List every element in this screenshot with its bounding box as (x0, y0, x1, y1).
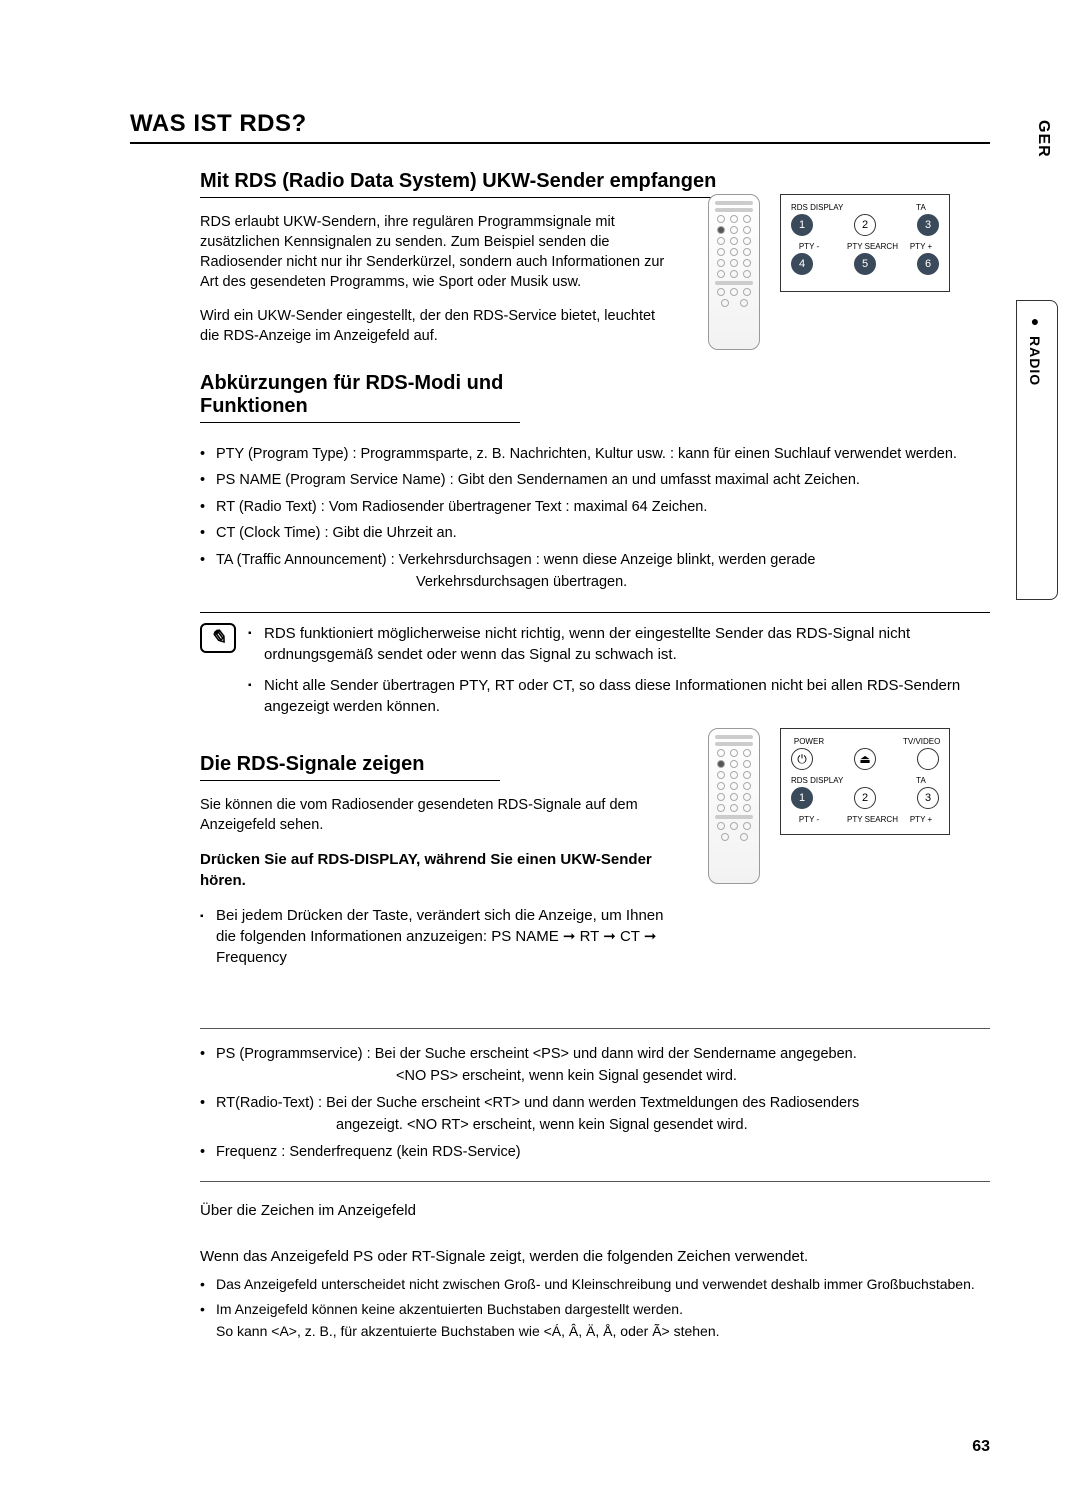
divider (200, 1028, 990, 1029)
para-show-signals: Sie können die vom Radiosender gesendete… (200, 795, 670, 835)
lbl-pty-minus: PTY - (791, 815, 827, 824)
button-3[interactable]: 3 (917, 214, 939, 236)
detail-ps-l1: PS (Programmservice) : Bei der Suche ers… (216, 1046, 857, 1062)
button-2[interactable]: 2 (854, 787, 876, 809)
chars-accent-l2: So kann <A>, z. B., für akzentuierte Buc… (216, 1323, 720, 1339)
press-result-item: Bei jedem Drücken der Taste, verändert s… (200, 905, 670, 968)
note-item-1: RDS funktioniert möglicherweise nicht ri… (248, 623, 990, 665)
lbl-ta: TA (903, 203, 939, 212)
press-result-list: Bei jedem Drücken der Taste, verändert s… (200, 905, 670, 968)
detail-rt-l2: angezeigt. <NO RT> erscheint, wenn kein … (216, 1114, 980, 1136)
para-chars: Wenn das Anzeigefeld PS oder RT-Signale … (200, 1246, 990, 1268)
para-rds-indicator: Wird ein UKW-Sender eingestellt, der den… (200, 306, 670, 346)
heading-show-signals: Die RDS-Signale zeigen (200, 753, 500, 781)
chars-list: Das Anzeigefeld unterscheidet nicht zwis… (200, 1274, 980, 1343)
abbrev-ta-line1: TA (Traffic Announcement) : Verkehrsdurc… (216, 552, 815, 568)
chars-accent-l1: Im Anzeigefeld können keine akzentuierte… (216, 1301, 683, 1317)
note-item-2: Nicht alle Sender übertragen PTY, RT ode… (248, 675, 990, 717)
button-panel-2: POWER TV/VIDEO ⏻ ⏏ RDS DISPLAY TA 1 2 3 … (780, 728, 950, 835)
heading-chars: Über die Zeichen im Anzeigefeld (200, 1200, 990, 1222)
button-2[interactable]: 2 (854, 214, 876, 236)
button-4[interactable]: 4 (791, 253, 813, 275)
button-5[interactable]: 5 (854, 253, 876, 275)
button-6[interactable]: 6 (917, 253, 939, 275)
heading-receive-rds: Mit RDS (Radio Data System) UKW-Sender e… (200, 170, 740, 198)
remote-outline (708, 194, 760, 350)
detail-ps: PS (Programmservice) : Bei der Suche ers… (200, 1043, 980, 1088)
note-box: ✎ RDS funktioniert möglicherweise nicht … (200, 612, 990, 727)
abbrev-ct: CT (Clock Time) : Gibt die Uhrzeit an. (200, 522, 980, 544)
divider (200, 1181, 990, 1182)
abbrev-psname: PS NAME (Program Service Name) : Gibt de… (200, 469, 980, 491)
remote-outline (708, 728, 760, 884)
remote-diagram-2: POWER TV/VIDEO ⏻ ⏏ RDS DISPLAY TA 1 2 3 … (708, 728, 950, 884)
detail-freq: Frequenz : Senderfrequenz (kein RDS-Serv… (200, 1141, 980, 1163)
button-panel-1: RDS DISPLAY TA 1 2 3 PTY - PTY SEARCH PT… (780, 194, 950, 292)
lbl-pty-minus: PTY - (791, 242, 827, 251)
detail-rt-l1: RT(Radio-Text) : Bei der Suche erscheint… (216, 1095, 859, 1111)
detail-rt: RT(Radio-Text) : Bei der Suche erscheint… (200, 1092, 980, 1137)
lbl-ta: TA (903, 776, 939, 785)
button-1[interactable]: 1 (791, 787, 813, 809)
chars-case: Das Anzeigefeld unterscheidet nicht zwis… (200, 1274, 980, 1296)
detail-ps-l2: <NO PS> erscheint, wenn kein Signal gese… (216, 1065, 980, 1087)
page: WAS IST RDS? Mit RDS (Radio Data System)… (0, 0, 1080, 1409)
lbl-power: POWER (791, 737, 827, 746)
button-3[interactable]: 3 (917, 787, 939, 809)
lbl-rds-display: RDS DISPLAY (791, 776, 827, 785)
lbl-rds-display: RDS DISPLAY (791, 203, 827, 212)
lbl-pty-search: PTY SEARCH (847, 815, 883, 824)
note-list: RDS funktioniert möglicherweise nicht ri… (248, 623, 990, 727)
lbl-pty-search: PTY SEARCH (847, 242, 883, 251)
tvvideo-button[interactable] (917, 748, 939, 770)
chars-accent: Im Anzeigefeld können keine akzentuierte… (200, 1299, 980, 1342)
lbl-pty-plus: PTY + (903, 242, 939, 251)
power-button[interactable]: ⏻ (791, 748, 813, 770)
section-signal-details: PS (Programmservice) : Bei der Suche ers… (200, 1028, 990, 1343)
abbrev-rt: RT (Radio Text) : Vom Radiosender übertr… (200, 496, 980, 518)
section-abbrev: Abkürzungen für RDS-Modi und Funktionen … (200, 372, 990, 727)
abbrev-list: PTY (Program Type) : Programmsparte, z. … (200, 443, 980, 594)
page-number: 63 (972, 1438, 990, 1456)
instruction-press-rds: Drücken Sie auf RDS-DISPLAY, während Sie… (200, 849, 670, 891)
note-icon: ✎ (200, 623, 236, 653)
abbrev-pty: PTY (Program Type) : Programmsparte, z. … (200, 443, 980, 465)
lbl-tvvideo: TV/VIDEO (903, 737, 939, 746)
abbrev-ta: TA (Traffic Announcement) : Verkehrsdurc… (200, 549, 980, 594)
heading-abbrev: Abkürzungen für RDS-Modi und Funktionen (200, 372, 520, 423)
lbl-pty-plus: PTY + (903, 815, 939, 824)
para-rds-intro: RDS erlaubt UKW-Sendern, ihre regulären … (200, 212, 670, 292)
signal-detail-list: PS (Programmservice) : Bei der Suche ers… (200, 1043, 980, 1163)
abbrev-ta-line2: Verkehrsdurchsagen übertragen. (216, 571, 980, 593)
eject-button[interactable]: ⏏ (854, 748, 876, 770)
page-title: WAS IST RDS? (130, 110, 990, 144)
remote-diagram-1: RDS DISPLAY TA 1 2 3 PTY - PTY SEARCH PT… (708, 194, 950, 350)
button-1[interactable]: 1 (791, 214, 813, 236)
